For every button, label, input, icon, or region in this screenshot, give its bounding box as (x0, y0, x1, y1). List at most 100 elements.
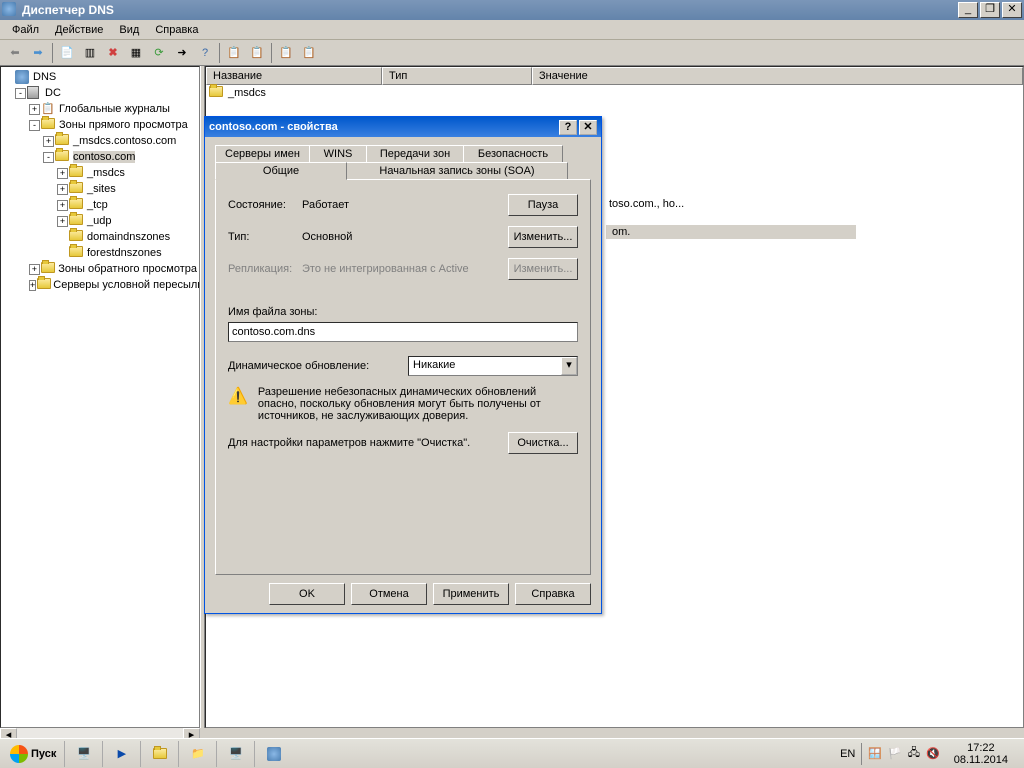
tool-button-3[interactable]: 📋 (275, 42, 297, 64)
tree-sub-tcp[interactable]: +_tcp (3, 197, 197, 213)
refresh-button[interactable]: ⟳ (148, 42, 170, 64)
delete-button[interactable]: ✖ (102, 42, 124, 64)
expander-icon[interactable]: + (57, 168, 68, 179)
expander-icon[interactable]: + (29, 280, 36, 291)
tree-sub-msdcs[interactable]: +_msdcs (3, 165, 197, 181)
apply-button[interactable]: Применить (433, 583, 509, 605)
tree-forward-zones[interactable]: -Зоны прямого просмотра (3, 117, 197, 133)
title-bar: Диспетчер DNS _ ❐ ✕ (0, 0, 1024, 20)
window-title: Диспетчер DNS (22, 3, 956, 17)
tool-button-2[interactable]: 📋 (246, 42, 268, 64)
dynupdate-label: Динамическое обновление: (228, 360, 408, 372)
tree-sub-sites[interactable]: +_sites (3, 181, 197, 197)
expander-icon[interactable]: + (43, 136, 54, 147)
minimize-button[interactable]: _ (958, 2, 978, 18)
expander-icon[interactable]: + (29, 104, 40, 115)
column-type[interactable]: Тип (382, 67, 532, 85)
tab-nameservers[interactable]: Серверы имен (215, 145, 310, 162)
expander-icon[interactable]: + (57, 184, 68, 195)
expander-icon[interactable]: + (57, 216, 68, 227)
tab-general[interactable]: Общие (215, 162, 347, 180)
dialog-help-button-bottom[interactable]: Справка (515, 583, 591, 605)
warning-icon: ⚠️ (228, 386, 248, 422)
taskbar-item-server-manager[interactable]: 🖥️ (64, 741, 102, 767)
menu-file[interactable]: Файл (4, 22, 47, 38)
tray-sound-icon[interactable]: 🔇 (926, 747, 940, 760)
expander-icon[interactable]: - (15, 88, 26, 99)
taskbar-item-powershell[interactable]: ▶ (102, 741, 140, 767)
dialog-body: Состояние: Работает Пауза Тип: Основной … (215, 179, 591, 575)
toolbar: ⬅ ➡ 📄 ▥ ✖ ▦ ⟳ ➜ ? 📋 📋 📋 📋 (0, 40, 1024, 66)
up-button[interactable]: 📄 (56, 42, 78, 64)
forward-button[interactable]: ➡ (27, 42, 49, 64)
zonefile-input[interactable] (228, 322, 578, 342)
expander-icon[interactable]: + (29, 264, 40, 275)
clock[interactable]: 17:2208.11.2014 (946, 742, 1016, 766)
list-header: Название Тип Значение (206, 67, 1023, 85)
ok-button[interactable]: OK (269, 583, 345, 605)
menu-view[interactable]: Вид (111, 22, 147, 38)
dialog-help-button[interactable]: ? (559, 120, 577, 135)
tool-button-1[interactable]: 📋 (223, 42, 245, 64)
expander-icon[interactable]: - (43, 152, 54, 163)
list-item[interactable]: _msdcs (206, 85, 1023, 101)
list-item[interactable]: om. (606, 225, 856, 239)
back-button[interactable]: ⬅ (4, 42, 26, 64)
export-button[interactable]: ➜ (171, 42, 193, 64)
language-indicator[interactable]: EN (840, 748, 855, 760)
menu-action[interactable]: Действие (47, 22, 111, 38)
cancel-button[interactable]: Отмена (351, 583, 427, 605)
properties-button[interactable]: ▦ (125, 42, 147, 64)
tray-icon[interactable]: 🪟 (868, 747, 882, 760)
tray-network-icon[interactable]: 🖧 (908, 744, 920, 763)
tool-button-4[interactable]: 📋 (298, 42, 320, 64)
tray-flag-icon[interactable]: 🏳️ (888, 747, 902, 760)
tab-wins[interactable]: WINS (309, 145, 367, 162)
scavenge-hint: Для настройки параметров нажмите "Очистк… (228, 437, 508, 449)
tree-sub-forestdnszones[interactable]: forestdnszones (3, 245, 197, 261)
tree-conditional-forwarders[interactable]: +Серверы условной пересылки (3, 277, 197, 293)
close-button[interactable]: ✕ (1002, 2, 1022, 18)
tree-sub-udp[interactable]: +_udp (3, 213, 197, 229)
show-hide-button[interactable]: ▥ (79, 42, 101, 64)
taskbar-item-4[interactable]: 📁 (178, 741, 216, 767)
help-button[interactable]: ? (194, 42, 216, 64)
pause-button[interactable]: Пауза (508, 194, 578, 216)
state-value: Работает (302, 199, 508, 211)
replication-value: Это не интегрированная с Active (302, 263, 508, 275)
menu-bar: Файл Действие Вид Справка (0, 20, 1024, 40)
change-replication-button: Изменить... (508, 258, 578, 280)
state-label: Состояние: (228, 199, 302, 211)
type-label: Тип: (228, 231, 302, 243)
properties-dialog: contoso.com - свойства ? ✕ Серверы имен … (204, 116, 602, 614)
menu-help[interactable]: Справка (147, 22, 206, 38)
warning-text: Разрешение небезопасных динамических обн… (258, 386, 578, 422)
column-value[interactable]: Значение (532, 67, 1023, 85)
expander-icon[interactable]: + (57, 200, 68, 211)
tree-server-dc[interactable]: -DC (3, 85, 197, 101)
column-name[interactable]: Название (206, 67, 382, 85)
tab-soa[interactable]: Начальная запись зоны (SOA) (346, 162, 568, 179)
dialog-close-button[interactable]: ✕ (579, 120, 597, 135)
tree-contoso-zone[interactable]: -contoso.com (3, 149, 197, 165)
scavenge-button[interactable]: Очистка... (508, 432, 578, 454)
tab-security[interactable]: Безопасность (463, 145, 563, 162)
taskbar-item-5[interactable]: 🖥️ (216, 741, 254, 767)
maximize-button[interactable]: ❐ (980, 2, 1000, 18)
start-button[interactable]: Пуск (2, 743, 64, 765)
tab-zone-transfer[interactable]: Передачи зон (366, 145, 464, 162)
change-type-button[interactable]: Изменить... (508, 226, 578, 248)
taskbar-item-explorer[interactable] (140, 741, 178, 767)
dialog-title-bar[interactable]: contoso.com - свойства ? ✕ (205, 117, 601, 137)
tree-reverse-zones[interactable]: +Зоны обратного просмотра (3, 261, 197, 277)
tree-msdcs-zone[interactable]: +_msdcs.contoso.com (3, 133, 197, 149)
type-value: Основной (302, 231, 508, 243)
dynupdate-select[interactable]: Никакие ▾ (408, 356, 578, 376)
tree-root-dns[interactable]: DNS (3, 69, 197, 85)
tree-global-logs[interactable]: +📋Глобальные журналы (3, 101, 197, 117)
dropdown-arrow-icon[interactable]: ▾ (561, 357, 577, 375)
taskbar-item-dns[interactable] (254, 741, 292, 767)
tree-panel[interactable]: DNS -DC +📋Глобальные журналы -Зоны прямо… (0, 66, 200, 728)
expander-icon[interactable]: - (29, 120, 40, 131)
tree-sub-domaindnszones[interactable]: domaindnszones (3, 229, 197, 245)
